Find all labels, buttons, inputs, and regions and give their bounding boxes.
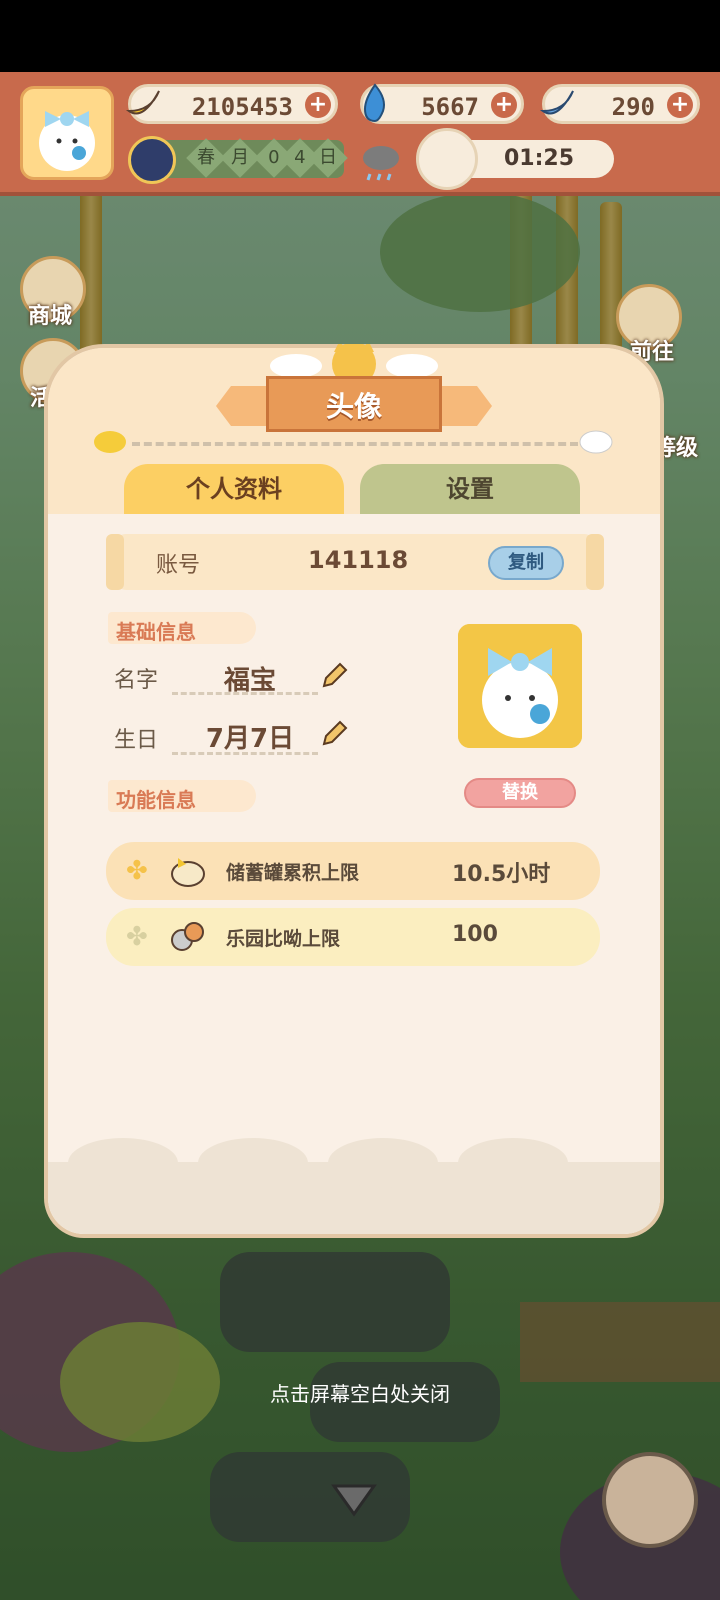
info-row-piggy-bank: ✤ 储蓄罐累积上限 10.5小时 [106, 842, 600, 900]
gem-amount: 290 [611, 93, 655, 121]
avatar-cat-icon [39, 111, 95, 171]
moon-clock-icon[interactable] [128, 136, 176, 184]
date-digit-tens: 0 [268, 146, 280, 168]
function-info-tag: 功能信息 [108, 780, 256, 812]
flame-amount: 5667 [421, 93, 479, 121]
piggy-bank-limit-value: 10.5小时 [452, 862, 551, 887]
account-card: 账号 141118 复制 [106, 534, 604, 590]
banana-counter: 2105453 + [125, 84, 338, 124]
tab-profile[interactable]: 个人资料 [124, 464, 344, 514]
blue-flame-icon [363, 83, 385, 123]
account-label: 账号 [156, 553, 201, 578]
banana-icon [125, 90, 160, 115]
park-creature-limit-value: 100 [452, 922, 498, 947]
basic-info-heading: 基础信息 [116, 620, 196, 644]
banana-amount: 2105453 [191, 93, 293, 121]
add-bananas-button[interactable]: + [305, 92, 331, 118]
player-avatar-button[interactable] [20, 86, 114, 180]
function-info-heading: 功能信息 [116, 788, 196, 812]
birthday-value: 7月7日 [205, 724, 295, 754]
date-month: 月 [231, 147, 249, 168]
add-flames-button[interactable]: + [491, 92, 517, 118]
account-id: 141118 [308, 546, 409, 574]
clover-icon: ✤ [126, 922, 148, 952]
clover-icon: ✤ [126, 856, 148, 886]
piggy-bank-limit-label: 储蓄罐累积上限 [226, 862, 360, 884]
timer-value: 01:25 [503, 146, 574, 171]
park-creature-limit-label: 乐园比呦上限 [226, 928, 341, 950]
title-divider [132, 442, 578, 446]
modal-title-ribbon: 头像 [216, 376, 492, 432]
profile-avatar-image [458, 624, 582, 748]
gem-counter: 290 + [539, 84, 700, 124]
piggy-bank-icon [171, 858, 205, 887]
replace-avatar-button[interactable]: 替换 [464, 778, 576, 808]
edit-birthday-pencil-icon[interactable] [320, 718, 350, 748]
white-chick-icon [579, 430, 613, 454]
basic-info-tag: 基础信息 [108, 612, 256, 644]
modal-title: 头像 [325, 390, 382, 423]
date-digit-ones: 4 [294, 146, 306, 168]
wing-cat-ornament-icon [270, 344, 438, 380]
date-season: 春 [197, 147, 215, 168]
name-label: 名字 [114, 668, 159, 693]
chevron-down-icon[interactable] [330, 1480, 378, 1520]
cat-with-bow-icon [458, 624, 582, 748]
close-hint-text[interactable]: 点击屏幕空白处关闭 [0, 1378, 720, 1407]
yellow-chick-icon [94, 431, 126, 453]
tab-settings[interactable]: 设置 [360, 464, 580, 514]
creature-group-icon [171, 922, 204, 951]
shop-label: 商城 [28, 304, 73, 329]
copy-account-button[interactable]: 复制 [488, 546, 564, 580]
info-row-park-creatures: ✤ 乐园比呦上限 100 [106, 908, 600, 966]
add-gems-button[interactable]: + [667, 92, 693, 118]
date-day: 日 [319, 147, 337, 168]
edit-name-pencil-icon[interactable] [320, 660, 350, 690]
flame-counter: 5667 + [360, 83, 524, 124]
yarn-ball-button[interactable] [602, 1452, 698, 1548]
rain-cloud-icon [363, 146, 399, 181]
birthday-label: 生日 [114, 728, 159, 753]
blue-banana-icon [539, 90, 574, 115]
cat-timer-icon[interactable] [416, 128, 478, 190]
